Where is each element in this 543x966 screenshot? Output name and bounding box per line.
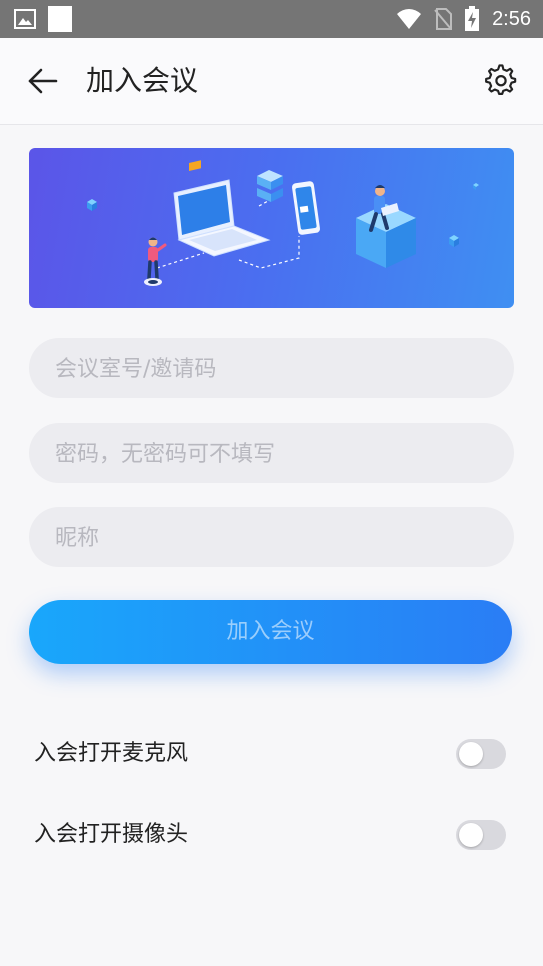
status-bar-left bbox=[14, 6, 72, 32]
setting-row-microphone: 入会打开麦克风 bbox=[34, 734, 510, 774]
image-icon bbox=[14, 9, 36, 29]
room-number-field[interactable] bbox=[29, 338, 518, 400]
camera-toggle[interactable] bbox=[456, 820, 506, 850]
setting-row-camera: 入会打开摄像头 bbox=[34, 815, 510, 855]
meeting-banner-illustration bbox=[29, 148, 514, 308]
gear-icon bbox=[485, 64, 517, 95]
toggle-knob bbox=[459, 823, 483, 847]
microphone-toggle[interactable] bbox=[456, 739, 506, 769]
nickname-field[interactable] bbox=[29, 507, 518, 569]
toggle-knob bbox=[459, 742, 483, 766]
camera-setting-label: 入会打开摄像头 bbox=[34, 822, 189, 847]
join-meeting-button[interactable]: 加入会议 bbox=[29, 600, 512, 664]
banner-illustration-graphic bbox=[87, 160, 479, 286]
password-input[interactable] bbox=[53, 423, 518, 485]
status-bar: 2:56 bbox=[0, 0, 543, 38]
password-field[interactable] bbox=[29, 423, 518, 485]
page-title: 加入会议 bbox=[86, 64, 199, 97]
settings-button[interactable] bbox=[485, 64, 517, 96]
arrow-left-icon bbox=[28, 68, 58, 94]
no-sim-icon bbox=[434, 8, 453, 30]
wifi-icon bbox=[397, 9, 422, 29]
battery-charging-icon bbox=[465, 6, 480, 31]
room-number-input[interactable] bbox=[53, 338, 518, 400]
status-bar-right: 2:56 bbox=[396, 5, 531, 33]
microphone-setting-label: 入会打开麦克风 bbox=[34, 741, 189, 766]
back-button[interactable] bbox=[26, 64, 60, 98]
nickname-input[interactable] bbox=[53, 507, 518, 569]
app-bar: 加入会议 bbox=[0, 38, 543, 125]
square-icon bbox=[48, 6, 72, 32]
status-time: 2:56 bbox=[492, 8, 531, 30]
